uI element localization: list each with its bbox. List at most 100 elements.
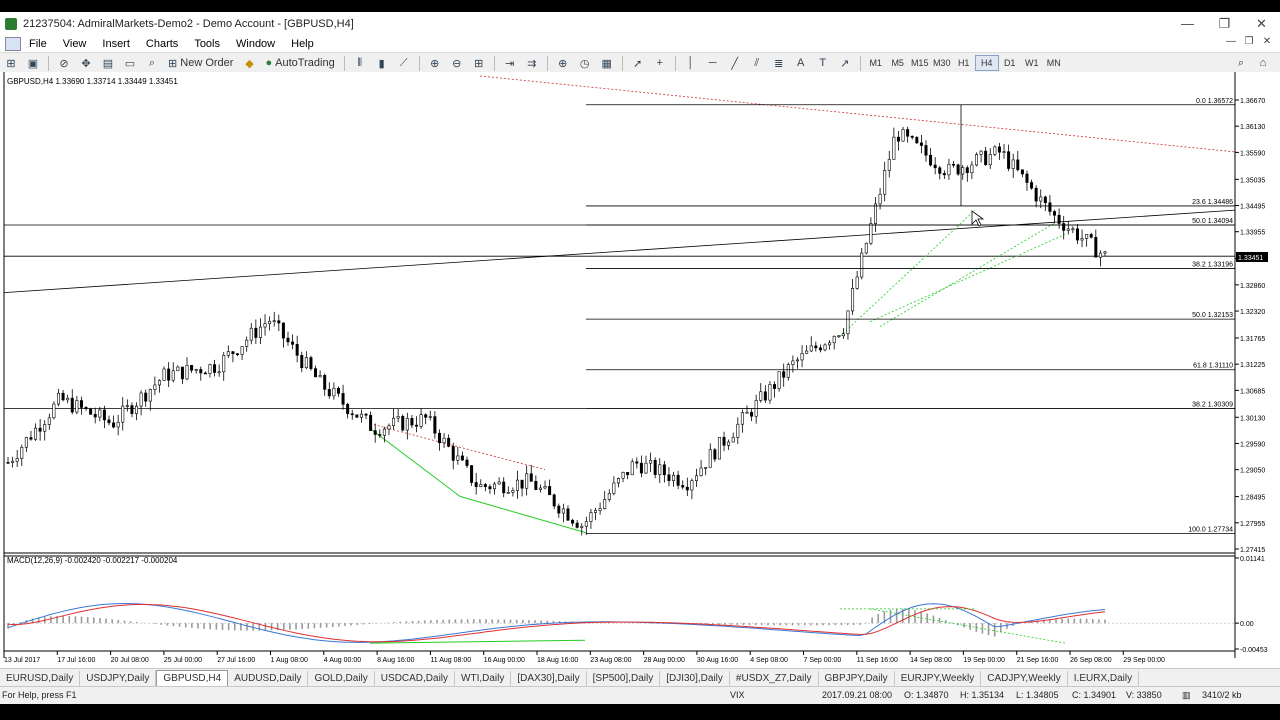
timeframe-m5[interactable]: M5 — [887, 58, 909, 68]
macd-divergence-line — [869, 608, 1066, 644]
current-price-label: 1.33451 — [1238, 255, 1263, 262]
candle-body — [1034, 187, 1038, 202]
minimize-button[interactable]: — — [1169, 12, 1206, 36]
tab-wti-daily[interactable]: WTI,Daily — [455, 671, 512, 687]
timeframe-m1[interactable]: M1 — [865, 58, 887, 68]
data-window-icon[interactable]: ✥ — [76, 55, 96, 71]
zoom-in-icon[interactable]: ⊕ — [425, 55, 445, 71]
trend-line — [3, 209, 1236, 294]
autotrading-button[interactable]: ● AutoTrading — [261, 55, 338, 71]
bar-chart-icon[interactable]: ⫴ — [350, 55, 370, 71]
timeframe-m30[interactable]: M30 — [931, 58, 953, 68]
navigator-icon[interactable]: ▤ — [98, 55, 118, 71]
candle-body — [924, 145, 928, 156]
menu-tools[interactable]: Tools — [186, 38, 228, 50]
timeframe-mn[interactable]: MN — [1043, 58, 1065, 68]
templates-icon[interactable]: ▦ — [597, 55, 617, 71]
text-label-icon[interactable]: T — [813, 55, 833, 71]
chart-shift-icon[interactable]: ⇥ — [500, 55, 520, 71]
trendline-icon[interactable]: ╱ — [725, 55, 745, 71]
chart-window[interactable]: 0.0 1.36572 23.6 1.34486 50.0 1.34094 38.2 … — [0, 72, 1280, 668]
market-watch-icon[interactable]: ⊘ — [54, 55, 74, 71]
community-icon[interactable]: ⌂ — [1253, 55, 1273, 71]
new-chart-icon[interactable]: ⊞ — [1, 55, 21, 71]
price-tick-label: 1.30685 — [1240, 388, 1265, 395]
timeframe-w1[interactable]: W1 — [1021, 58, 1043, 68]
candle-body — [603, 499, 607, 509]
arrows-icon[interactable]: ↗ — [835, 55, 855, 71]
candle-body — [350, 413, 354, 416]
candle-body — [304, 357, 308, 369]
candle-body — [616, 478, 620, 484]
tab-usdcad-daily[interactable]: USDCAD,Daily — [375, 671, 456, 687]
tab-usdjpy-daily[interactable]: USDJPY,Daily — [80, 671, 157, 687]
metaeditor-icon[interactable]: ◆ — [239, 55, 259, 71]
equidistant-channel-icon[interactable]: ⫽ — [747, 55, 767, 71]
text-icon[interactable]: A — [791, 55, 811, 71]
status-bar: For Help, press F1 VIX 2017.09.21 08:00 … — [0, 686, 1280, 705]
new-order-button[interactable]: ⊞ New Order — [164, 55, 237, 71]
tester-icon[interactable]: ⌕ — [142, 55, 162, 71]
candle-body — [805, 350, 809, 354]
macd-tick-label: 0.00 — [1240, 621, 1254, 628]
tab-audusd-daily[interactable]: AUDUSD,Daily — [228, 671, 309, 687]
crosshair-icon[interactable]: + — [650, 55, 670, 71]
periods-icon[interactable]: ◷ — [575, 55, 595, 71]
menu-insert[interactable]: Insert — [94, 38, 138, 50]
timeframe-h1[interactable]: H1 — [953, 58, 975, 68]
timeframe-d1[interactable]: D1 — [999, 58, 1021, 68]
candle-body — [447, 437, 451, 447]
candle-body — [818, 347, 822, 351]
indicators-icon[interactable]: ⊕ — [553, 55, 573, 71]
timeframe-h4[interactable]: H4 — [974, 55, 999, 71]
mdi-window-icon[interactable] — [5, 37, 21, 51]
zoom-out-icon[interactable]: ⊖ — [447, 55, 467, 71]
candle-body — [763, 391, 767, 401]
tab-eurusd-daily[interactable]: EURUSD,Daily — [0, 671, 81, 687]
line-chart-icon[interactable]: ⟋ — [394, 55, 414, 71]
terminal-icon[interactable]: ▭ — [120, 55, 140, 71]
tab-cadjpy-weekly[interactable]: CADJPY,Weekly — [981, 671, 1068, 687]
cursor-icon[interactable]: ➚ — [628, 55, 648, 71]
fibonacci-icon[interactable]: ≣ — [769, 55, 789, 71]
vertical-line-icon[interactable]: │ — [681, 55, 701, 71]
menu-view[interactable]: View — [55, 38, 95, 50]
candle-body — [488, 486, 492, 490]
menu-help[interactable]: Help — [283, 38, 322, 50]
restore-button[interactable]: ❐ — [1206, 12, 1243, 36]
candlestick-icon[interactable]: ▮ — [372, 55, 392, 71]
search-icon[interactable]: ⌕ — [1231, 55, 1251, 71]
tab-usdx-daily[interactable]: #USDX_Z7,Daily — [730, 671, 819, 687]
candle-body — [89, 408, 93, 415]
tab-eurjpy-weekly[interactable]: EURJPY,Weekly — [895, 671, 982, 687]
tab-sp500-daily[interactable]: [SP500],Daily — [587, 671, 661, 687]
candle-body — [341, 393, 345, 405]
candle-body — [194, 369, 198, 371]
candle-body — [208, 364, 212, 374]
close-button[interactable]: ✕ — [1243, 12, 1280, 36]
candle-body — [814, 345, 818, 349]
price-tick-label: 1.33955 — [1240, 230, 1265, 237]
mdi-close-button[interactable]: ✕ — [1258, 36, 1276, 47]
time-tick-label: 14 Sep 08:00 — [910, 657, 952, 664]
price-chart[interactable]: 0.0 1.36572 23.6 1.34486 50.0 1.34094 38.2 … — [0, 72, 1280, 668]
mdi-restore-button[interactable]: ❐ — [1240, 36, 1258, 47]
tab-dax30-daily[interactable]: [DAX30],Daily — [511, 671, 587, 687]
candle-body — [777, 371, 781, 389]
menu-window[interactable]: Window — [228, 38, 283, 50]
tab-gbpjpy-daily[interactable]: GBPJPY,Daily — [819, 671, 895, 687]
menu-charts[interactable]: Charts — [138, 38, 186, 50]
profiles-icon[interactable]: ▣ — [23, 55, 43, 71]
timeframe-m15[interactable]: M15 — [909, 58, 931, 68]
tile-windows-icon[interactable]: ⊞ — [469, 55, 489, 71]
tab-dji30-daily[interactable]: [DJI30],Daily — [660, 671, 730, 687]
tab-gold-daily[interactable]: GOLD,Daily — [308, 671, 375, 687]
horizontal-line-icon[interactable]: ─ — [703, 55, 723, 71]
tab-ieurx-daily[interactable]: I.EURX,Daily — [1068, 671, 1140, 687]
menu-file[interactable]: File — [21, 38, 55, 50]
candle-body — [1043, 196, 1047, 204]
auto-scroll-icon[interactable]: ⇉ — [522, 55, 542, 71]
mdi-minimize-button[interactable]: — — [1222, 36, 1240, 47]
candle-body — [786, 364, 790, 378]
tab-gbpusd-h4[interactable]: GBPUSD,H4 — [156, 670, 229, 687]
